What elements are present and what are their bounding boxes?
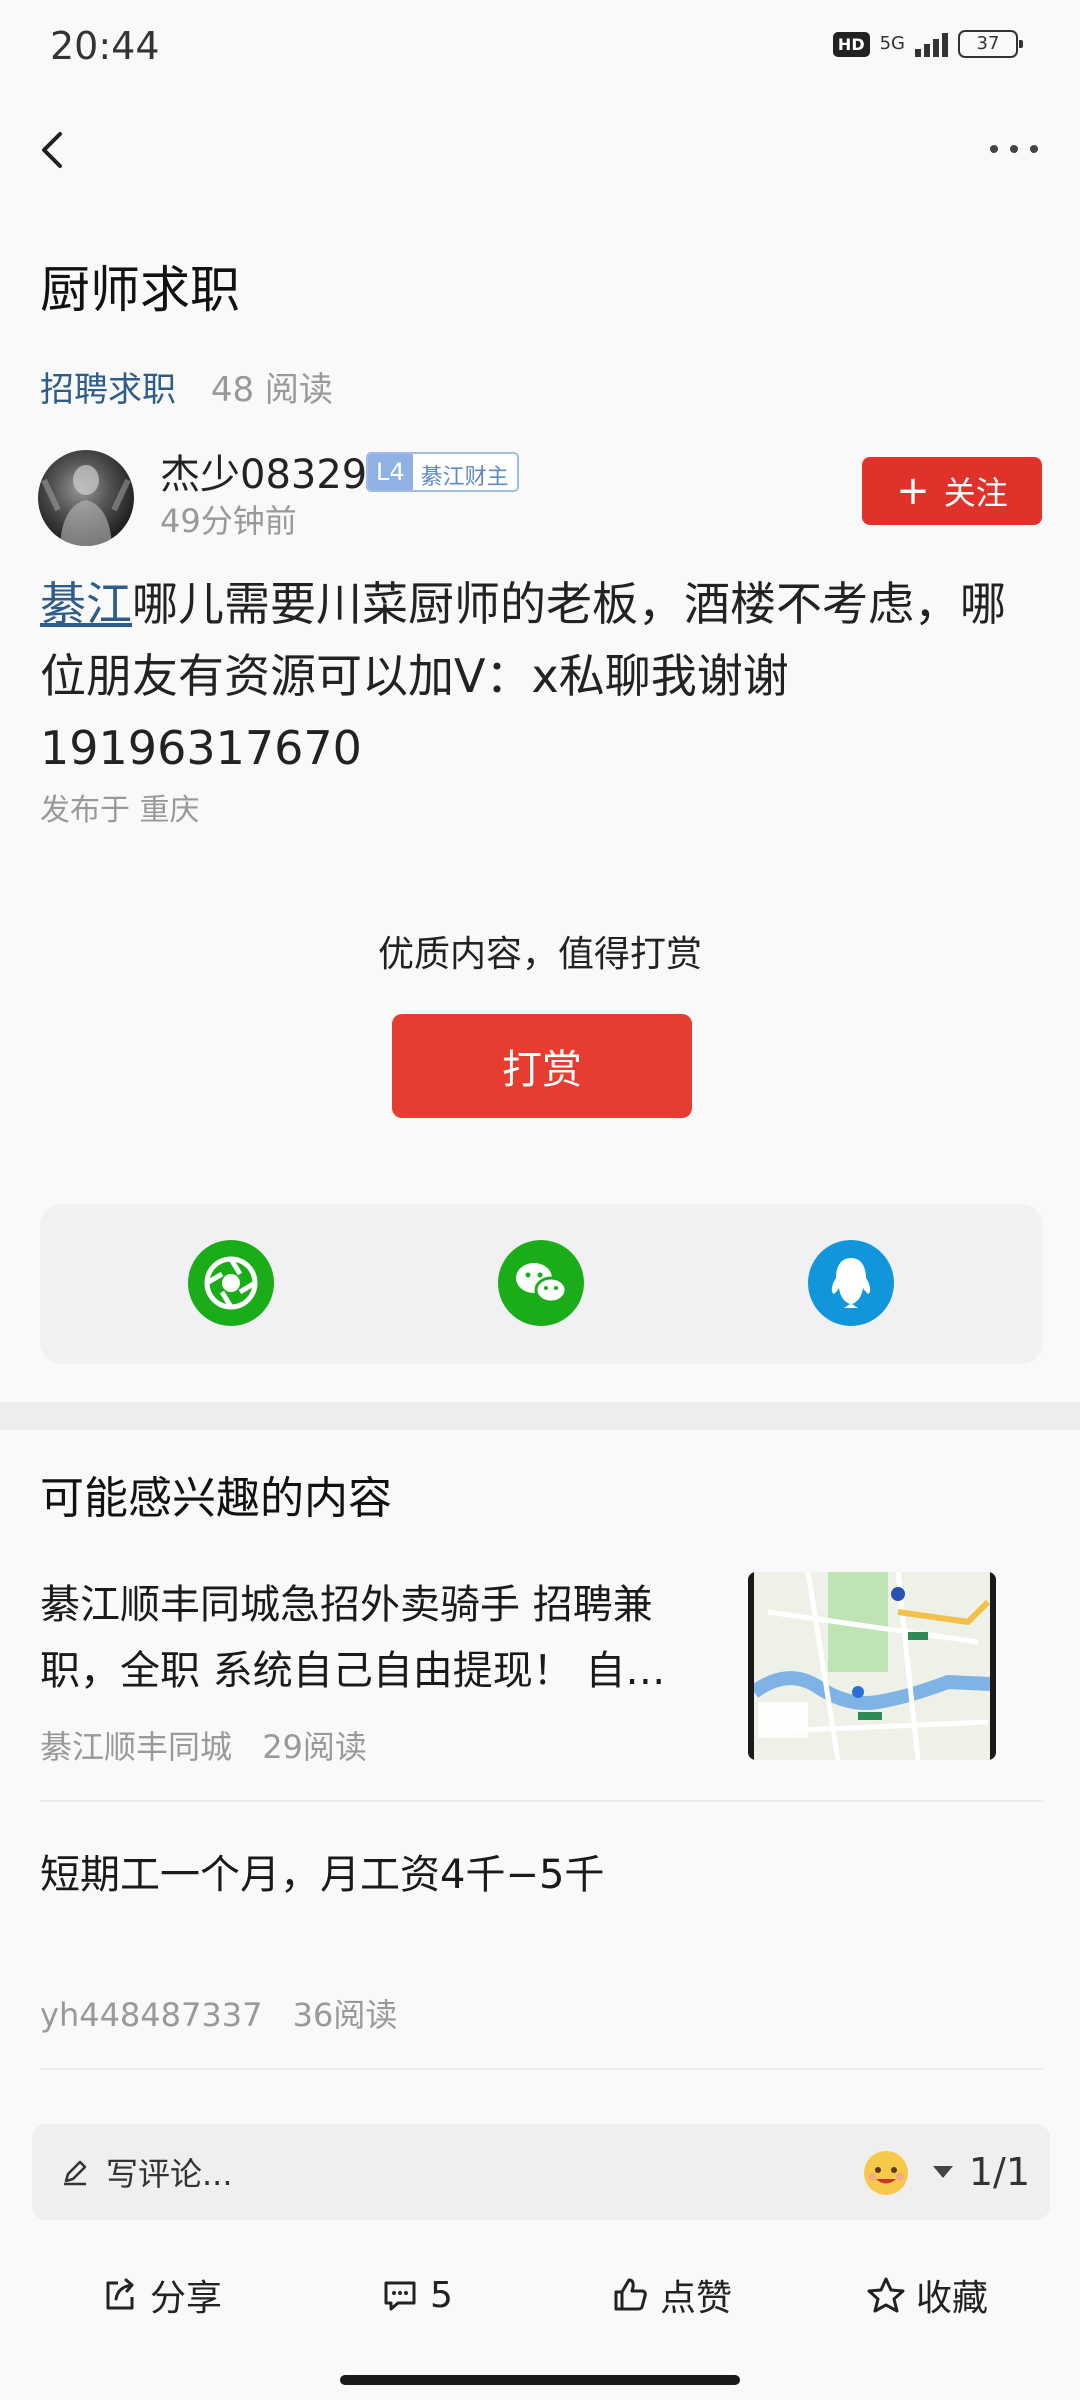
- comment-placeholder: 写评论...: [106, 2155, 233, 2193]
- page-label: 1/1: [968, 2150, 1030, 2194]
- content-text: 哪儿需要川菜厨师的老板，酒楼不考虑，哪位朋友有资源可以加V：x私聊我谢谢1919…: [40, 577, 1006, 775]
- tip-button[interactable]: 打赏: [392, 1014, 692, 1118]
- chevron-left-icon: [42, 132, 62, 168]
- related-title: 可能感兴趣的内容: [40, 1473, 392, 1524]
- comment-button[interactable]: 5: [380, 2240, 453, 2350]
- avatar-image: [41, 465, 131, 546]
- related-item-meta: 綦江顺丰同城 29阅读: [40, 1722, 367, 1768]
- top-nav: [0, 110, 1080, 190]
- emoji-icon: [864, 2151, 908, 2195]
- related-item-source: yh448487337: [40, 1996, 263, 2034]
- related-item-source: 綦江顺丰同城: [40, 1728, 233, 1766]
- related-item-meta: yh448487337 36阅读: [40, 1990, 397, 2036]
- tip-prompt: 优质内容，值得打赏: [377, 934, 702, 975]
- more-button[interactable]: [984, 134, 1044, 164]
- favorite-button[interactable]: 收藏: [866, 2240, 988, 2350]
- post-time: 49分钟前: [160, 502, 297, 540]
- post-title: 厨师求职: [40, 261, 240, 319]
- network-type: 5G: [879, 33, 905, 54]
- pencil-icon: [64, 2160, 87, 2186]
- star-icon: [867, 2277, 905, 2313]
- related-item-reads: 36阅读: [292, 1996, 398, 2034]
- favorite-label: 收藏: [916, 2278, 989, 2319]
- comment-icon: [384, 2281, 416, 2311]
- list-separator: [40, 2068, 1043, 2070]
- share-button[interactable]: 分享: [100, 2240, 222, 2350]
- more-icon: [990, 145, 1038, 153]
- follow-label: 关注: [943, 474, 1008, 512]
- like-label: 点赞: [660, 2278, 733, 2319]
- follow-button[interactable]: + 关注: [862, 457, 1042, 525]
- moments-icon[interactable]: [188, 1240, 274, 1326]
- location-link[interactable]: 綦江: [40, 577, 132, 631]
- list-separator: [40, 1800, 1043, 1802]
- category-link[interactable]: 招聘求职: [40, 370, 176, 410]
- comment-input[interactable]: 写评论...: [58, 2124, 233, 2220]
- plus-icon: +: [896, 468, 930, 514]
- share-label: 分享: [150, 2278, 223, 2319]
- comment-bar: 写评论... 1/1: [32, 2124, 1050, 2220]
- back-button[interactable]: [30, 122, 80, 178]
- level-badge: L4 綦江财主: [366, 452, 519, 492]
- post-content: 綦江哪儿需要川菜厨师的老板，酒楼不考虑，哪位朋友有资源可以加V：x私聊我谢谢19…: [40, 568, 1050, 784]
- read-count: 48 阅读: [210, 370, 333, 410]
- status-bar: 20:44 HD 5G 37: [0, 0, 1080, 96]
- status-time: 20:44: [50, 24, 160, 68]
- page-indicator[interactable]: 1/1: [931, 2124, 1030, 2220]
- share-icon: [106, 2278, 134, 2310]
- related-item-reads: 29阅读: [262, 1728, 367, 1766]
- like-button[interactable]: 点赞: [610, 2240, 732, 2350]
- author-name[interactable]: 杰少08329: [160, 442, 367, 500]
- emoji-button[interactable]: [858, 2144, 914, 2200]
- hd-badge: HD: [832, 31, 870, 57]
- related-item-title[interactable]: 短期工一个月，月工资4千−5千: [40, 1842, 604, 1900]
- caret-down-icon: [932, 2166, 953, 2178]
- bottom-action-bar: 分享 5 点赞 收藏: [0, 2240, 1080, 2350]
- qq-icon[interactable]: [808, 1240, 894, 1326]
- post-meta: 招聘求职 48 阅读: [40, 362, 333, 411]
- thumbs-up-icon: [614, 2278, 647, 2311]
- battery-icon: 37: [958, 30, 1023, 58]
- home-indicator[interactable]: [340, 2375, 740, 2385]
- avatar[interactable]: [38, 450, 134, 546]
- map-thumbnail[interactable]: [748, 1572, 996, 1760]
- status-indicators: HD 5G 37: [832, 30, 1023, 58]
- badge-label: 綦江财主: [412, 454, 517, 490]
- related-item-title[interactable]: 綦江顺丰同城急招外卖骑手 招聘兼职，全职 系统自己自由提现！ 自…: [40, 1572, 720, 1704]
- comment-count: 5: [430, 2274, 453, 2316]
- wechat-icon[interactable]: [498, 1240, 584, 1326]
- published-location: 发布于 重庆: [40, 793, 200, 828]
- level-label: L4: [368, 454, 413, 490]
- section-divider: [0, 1402, 1080, 1430]
- signal-icon: [915, 31, 948, 57]
- share-panel: [40, 1204, 1043, 1364]
